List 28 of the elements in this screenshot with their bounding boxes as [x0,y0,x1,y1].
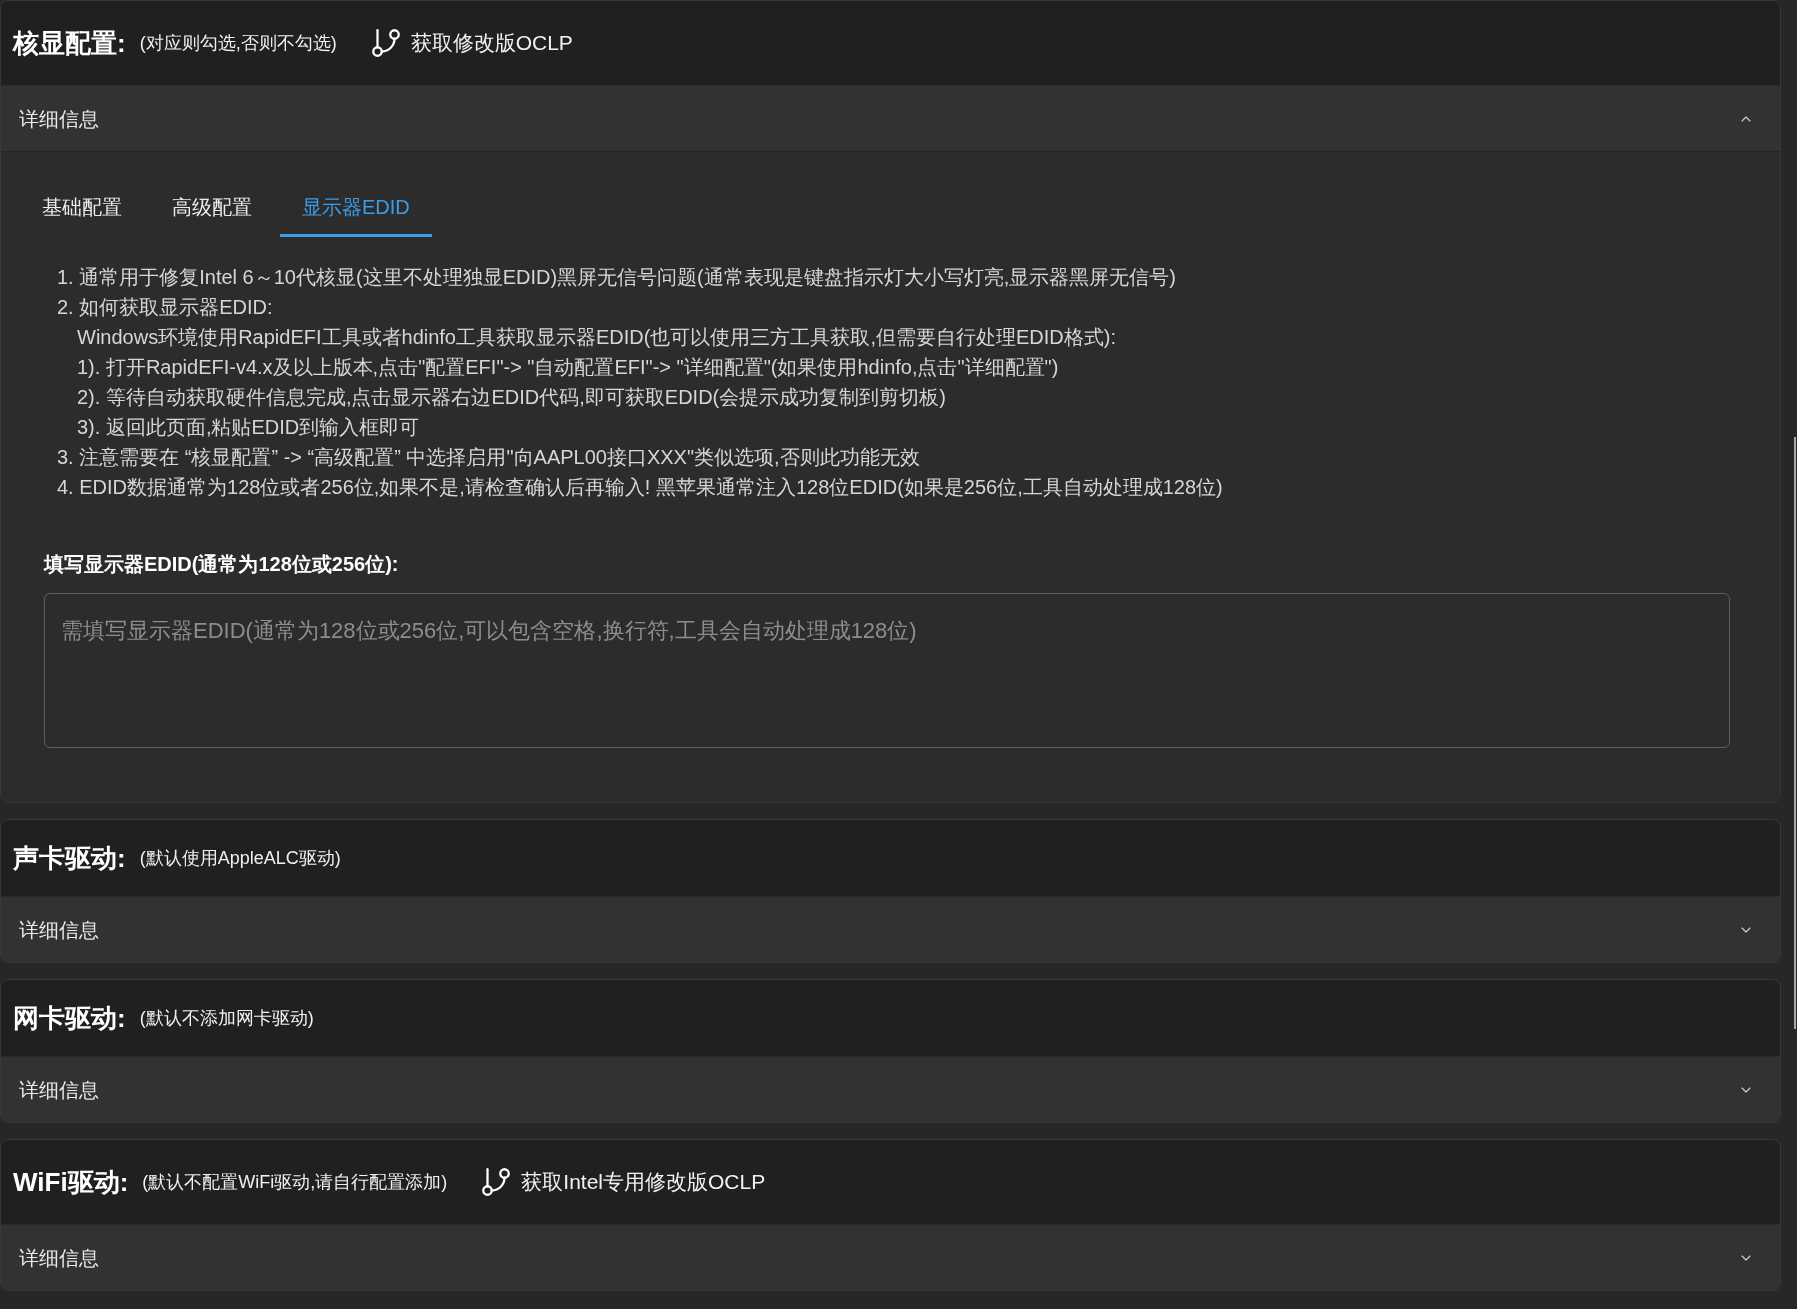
instruction-text: 4. EDID数据通常为128位或者256位,如果不是,请检查确认后再输入! 黑苹果通常注入128位EDID(如果是256位,工具自动处理成128位) [57,475,1224,500]
section-title: 核显配置: [13,27,126,60]
edid-input-field[interactable]: 需填写显示器EDID(通常为128位或256位,可以包含空格,换行符,工具会自动处理成128位) [44,593,1730,748]
instruction-text: 2. 如何获取显示器EDID: [57,295,274,320]
details-expander[interactable]: 详细信息 [1,85,1780,151]
tab[interactable]: 基础配置 [20,179,144,237]
download-link[interactable]: 获取Intel专用修改版OCLP [479,1158,766,1206]
section-note: (对应则勾选,否则不勾选) [139,32,337,55]
instruction-text: 3). 返回此页面,粘贴EDID到输入框即可 [77,415,421,440]
section-note: (默认不添加网卡驱动) [139,1007,314,1030]
instruction-text: 1. 通常用于修复Intel 6～10代核显(这里不处理独显EDID)黑屏无信号问题(通常表现是键盘指示灯大小写灯亮,显示器黑屏无信号) [57,265,1177,290]
section-title: 声卡驱动: [13,842,126,875]
section-note: (默认不配置WiFi驱动,请自行配置添加) [142,1171,448,1194]
details-expander[interactable]: 详细信息 [1,1056,1780,1122]
details-expander[interactable]: 详细信息 [1,1224,1780,1290]
download-link[interactable]: 获取修改版OCLP [368,19,573,67]
field-label: 填写显示器EDID(通常为128位或256位): [44,552,400,577]
section-title: 网卡驱动: [13,1002,126,1035]
section-note: (默认使用AppleALC驱动) [139,847,341,870]
scrollbar-thumb[interactable] [1794,437,1796,1029]
instruction-text: 2). 等待自动获取硬件信息完成,点击显示器右边EDID代码,即可获取EDID(会提示成功复制到剪切板) [77,385,947,410]
tab[interactable]: 高级配置 [150,179,274,237]
section-title: WiFi驱动: [13,1166,129,1199]
tab[interactable]: 显示器EDID [280,179,432,237]
instruction-text: 3. 注意需要在 “核显配置” -> “高级配置” 中选择启用"向AAPL00接口XXX"类似选项,否则此功能无效 [57,445,921,470]
details-expander[interactable]: 详细信息 [1,896,1780,962]
instruction-text: 1). 打开RapidEFI-v4.x及以上版本,点击"配置EFI"-> "自动配置EFI"-> "详细配置"(如果使用hdinfo,点击"详细配置") [77,355,1060,380]
instruction-text: Windows环境使用RapidEFI工具或者hdinfo工具获取显示器EDID(也可以使用三方工具获取,但需要自行处理EDID格式): [77,325,1117,350]
